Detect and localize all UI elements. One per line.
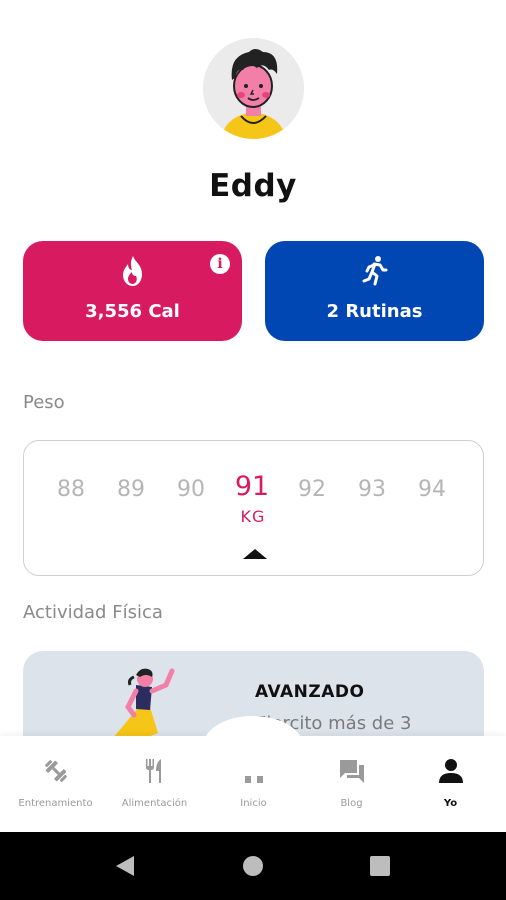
nav-item-blog[interactable]: Blog <box>301 756 402 809</box>
person-icon <box>438 759 463 783</box>
nav-label: Entrenamiento <box>18 798 93 809</box>
running-person-icon <box>265 255 484 287</box>
nav-label: Blog <box>340 798 363 809</box>
profile-avatar[interactable] <box>203 38 304 139</box>
nav-item-entrenamiento[interactable]: Entrenamiento <box>5 756 106 809</box>
nav-item-yo[interactable]: Yo <box>400 756 501 809</box>
nav-item-alimentacion[interactable]: Alimentación <box>104 756 205 809</box>
weight-selected[interactable]: 91 <box>227 471 277 502</box>
weight-unit: KG <box>240 507 266 526</box>
dumbbell-icon <box>44 760 67 782</box>
weight-picker[interactable]: 88 89 90 91 92 93 94 9 KG <box>23 440 484 576</box>
nav-center-bump <box>203 716 303 776</box>
info-icon[interactable]: i <box>210 254 230 274</box>
weight-option[interactable]: 88 <box>46 477 96 502</box>
nav-label: Alimentación <box>121 798 188 809</box>
routines-card[interactable]: 2 Rutinas <box>265 241 484 341</box>
back-icon[interactable] <box>114 854 136 878</box>
weight-label: Peso <box>23 392 65 413</box>
system-navigation-bar <box>0 832 506 900</box>
fork-knife-icon <box>145 759 161 783</box>
chat-icon <box>339 760 364 783</box>
nav-label: Inicio <box>240 798 267 809</box>
weight-option[interactable]: 93 <box>347 477 397 502</box>
caret-up-icon <box>243 549 267 559</box>
profile-name: Eddy <box>209 168 297 204</box>
activity-label: Actividad Física <box>23 602 163 623</box>
routines-value: 2 Rutinas <box>326 301 423 322</box>
home-circle-icon[interactable] <box>242 854 264 878</box>
flame-icon <box>23 255 242 287</box>
nav-label: Yo <box>443 798 458 809</box>
calories-value: 3,556 Cal <box>85 301 180 322</box>
weight-option[interactable]: 92 <box>287 477 337 502</box>
weight-option[interactable]: 89 <box>106 477 156 502</box>
recents-icon[interactable] <box>369 854 391 878</box>
calories-card[interactable]: 3,556 Cal i <box>23 241 242 341</box>
weight-option[interactable]: 94 <box>407 477 457 502</box>
activity-level: AVANZADO <box>255 682 365 702</box>
weight-option[interactable]: 90 <box>166 477 216 502</box>
weight-option-clipped[interactable]: 9 <box>467 477 483 502</box>
cartoon-boy-avatar-icon <box>203 38 304 139</box>
